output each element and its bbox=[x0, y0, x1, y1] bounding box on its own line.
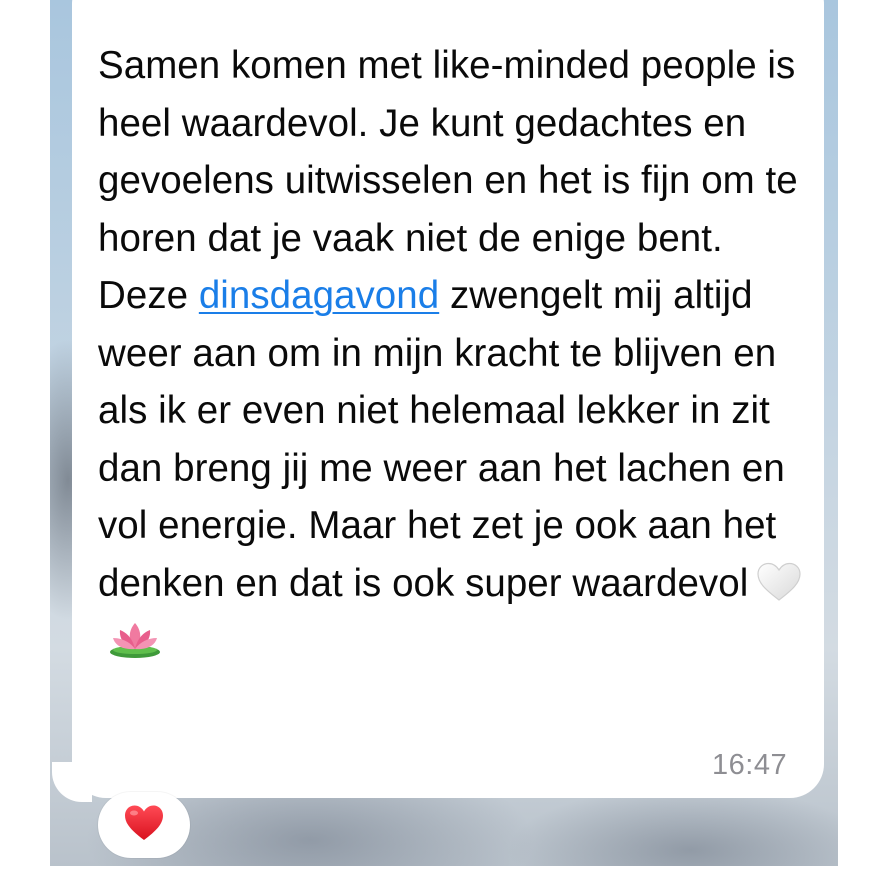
message-text-part-2: zwengelt mij altijd weer aan om in mijn … bbox=[98, 274, 785, 605]
reaction-badge[interactable] bbox=[98, 792, 190, 858]
date-link[interactable]: dinsdagavond bbox=[199, 274, 439, 317]
white-heart-icon bbox=[756, 561, 802, 601]
message-timestamp: 16:47 bbox=[712, 749, 788, 781]
lotus-icon bbox=[108, 618, 162, 658]
message-text: Samen komen met like-minded people is he… bbox=[98, 37, 814, 670]
red-heart-icon bbox=[123, 804, 165, 847]
